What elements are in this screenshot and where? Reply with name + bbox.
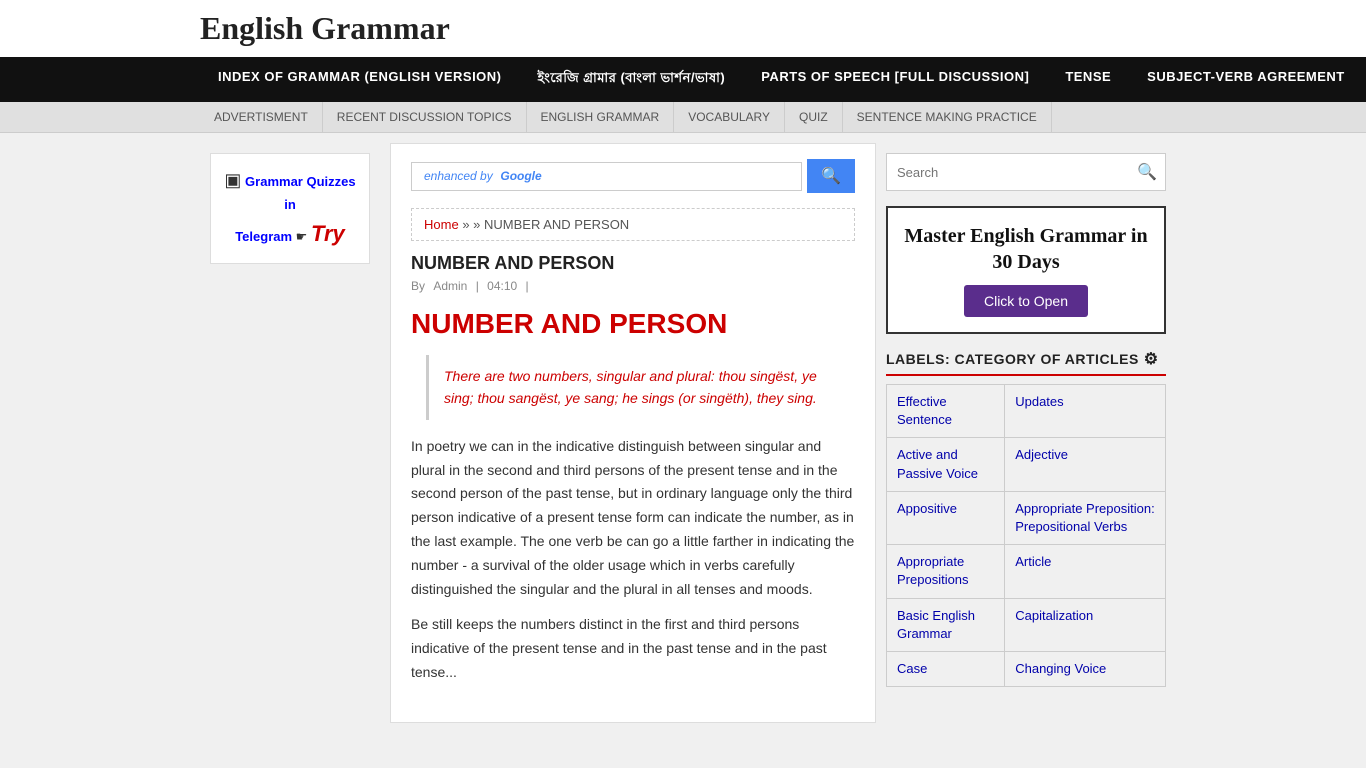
article-body-1: In poetry we can in the indicative disti… xyxy=(411,435,855,602)
sec-nav-sentence[interactable]: SENTENCE MAKING PRACTICE xyxy=(843,102,1052,132)
sec-nav-recent[interactable]: RECENT DISCUSSION TOPICS xyxy=(323,102,527,132)
telegram-try[interactable]: Try xyxy=(311,221,345,246)
secondary-nav: ADVERTISMENT RECENT DISCUSSION TOPICS EN… xyxy=(0,102,1366,133)
click-open-button[interactable]: Click to Open xyxy=(964,285,1088,317)
right-search-box: 🔍 xyxy=(886,153,1166,191)
sec-nav-grammar[interactable]: ENGLISH GRAMMAR xyxy=(527,102,675,132)
main-nav: INDEX OF GRAMMAR (ENGLISH VERSION) ইংরেজ… xyxy=(0,57,1366,102)
bracket-icon: ▣ xyxy=(224,170,241,190)
breadcrumb: Home » » NUMBER AND PERSON xyxy=(411,208,855,241)
telegram-arrow-icon: ☛ xyxy=(296,229,311,244)
telegram-label: Grammar Quizzes in xyxy=(245,174,356,212)
article-body-2: Be still keeps the numbers distinct in t… xyxy=(411,613,855,684)
enhanced-by-label: enhanced by xyxy=(424,169,493,183)
category-link-appropriate-preposition[interactable]: Appropriate Preposition: Prepositional V… xyxy=(1015,501,1154,534)
telegram-word: Telegram xyxy=(235,229,292,244)
breadcrumb-home[interactable]: Home xyxy=(424,217,459,232)
main-container: ▣ Grammar Quizzes in Telegram ☛ Try enha… xyxy=(0,133,1366,733)
gear-icon: ⚙ xyxy=(1144,349,1159,369)
table-row: Case Changing Voice xyxy=(887,651,1166,686)
center-content: enhanced by Google 🔍 Home » » NUMBER AND… xyxy=(390,143,876,723)
article-meta: By Admin | 04:10 | xyxy=(411,279,855,293)
table-row: Effective Sentence Updates xyxy=(887,385,1166,438)
category-link-updates[interactable]: Updates xyxy=(1015,394,1063,409)
right-sidebar: 🔍 Master English Grammar in 30 Days Clic… xyxy=(886,143,1166,723)
table-row: Basic English Grammar Capitalization xyxy=(887,598,1166,651)
labels-header-text: LABELS: CATEGORY OF ARTICLES xyxy=(886,351,1139,367)
meta-separator1: | xyxy=(476,279,482,293)
master-grammar-title: Master English Grammar in 30 Days xyxy=(903,223,1149,275)
right-search-input[interactable] xyxy=(887,157,1129,188)
category-link-changing-voice[interactable]: Changing Voice xyxy=(1015,661,1106,676)
sec-nav-advertisment[interactable]: ADVERTISMENT xyxy=(200,102,323,132)
google-search-box[interactable]: enhanced by Google xyxy=(411,162,802,191)
article-heading: NUMBER AND PERSON xyxy=(411,308,855,340)
nav-subject-verb[interactable]: SUBJECT-VERB AGREEMENT xyxy=(1129,57,1363,102)
left-sidebar: ▣ Grammar Quizzes in Telegram ☛ Try xyxy=(200,143,380,723)
category-link-active-passive[interactable]: Active and Passive Voice xyxy=(897,447,978,480)
sec-nav-quiz[interactable]: QUIZ xyxy=(785,102,843,132)
nav-bangla[interactable]: ইংরেজি গ্রামার (বাংলা ভার্শন/ভাষা) xyxy=(520,57,744,102)
search-bar-area: enhanced by Google 🔍 xyxy=(411,159,855,193)
category-link-adjective[interactable]: Adjective xyxy=(1015,447,1068,462)
master-grammar-box: Master English Grammar in 30 Days Click … xyxy=(886,206,1166,334)
category-link-effective-sentence[interactable]: Effective Sentence xyxy=(897,394,952,427)
breadcrumb-separator: » » xyxy=(462,217,484,232)
category-link-capitalization[interactable]: Capitalization xyxy=(1015,608,1093,623)
sec-nav-vocab[interactable]: VOCABULARY xyxy=(674,102,785,132)
telegram-box: ▣ Grammar Quizzes in Telegram ☛ Try xyxy=(210,153,370,264)
article-quote: There are two numbers, singular and plur… xyxy=(426,355,855,420)
article-title: NUMBER AND PERSON xyxy=(411,253,855,274)
category-link-article[interactable]: Article xyxy=(1015,554,1051,569)
category-link-basic-english[interactable]: Basic English Grammar xyxy=(897,608,975,641)
site-header: English Grammar xyxy=(0,0,1366,57)
labels-section: LABELS: CATEGORY OF ARTICLES ⚙ Effective… xyxy=(886,349,1166,687)
meta-separator2: | xyxy=(526,279,529,293)
article-by: By xyxy=(411,279,428,293)
google-label: Google xyxy=(500,169,541,183)
labels-table: Effective Sentence Updates Active and Pa… xyxy=(886,384,1166,687)
category-link-case[interactable]: Case xyxy=(897,661,927,676)
nav-parts[interactable]: PARTS OF SPEECH [FULL DISCUSSION] xyxy=(743,57,1047,102)
article-author: Admin xyxy=(433,279,467,293)
labels-header: LABELS: CATEGORY OF ARTICLES ⚙ xyxy=(886,349,1166,376)
table-row: Active and Passive Voice Adjective xyxy=(887,438,1166,491)
category-link-appropriate-prepositions[interactable]: Appropriate Prepositions xyxy=(897,554,969,587)
table-row: Appositive Appropriate Preposition: Prep… xyxy=(887,491,1166,544)
nav-tense[interactable]: TENSE xyxy=(1047,57,1129,102)
nav-index[interactable]: INDEX OF GRAMMAR (ENGLISH VERSION) xyxy=(200,57,520,102)
site-title: English Grammar xyxy=(200,10,1166,47)
right-search-button[interactable]: 🔍 xyxy=(1129,154,1165,190)
article-time: 04:10 xyxy=(487,279,517,293)
google-search-button[interactable]: 🔍 xyxy=(807,159,855,193)
breadcrumb-current: NUMBER AND PERSON xyxy=(484,217,629,232)
category-link-appositive[interactable]: Appositive xyxy=(897,501,957,516)
table-row: Appropriate Prepositions Article xyxy=(887,545,1166,598)
